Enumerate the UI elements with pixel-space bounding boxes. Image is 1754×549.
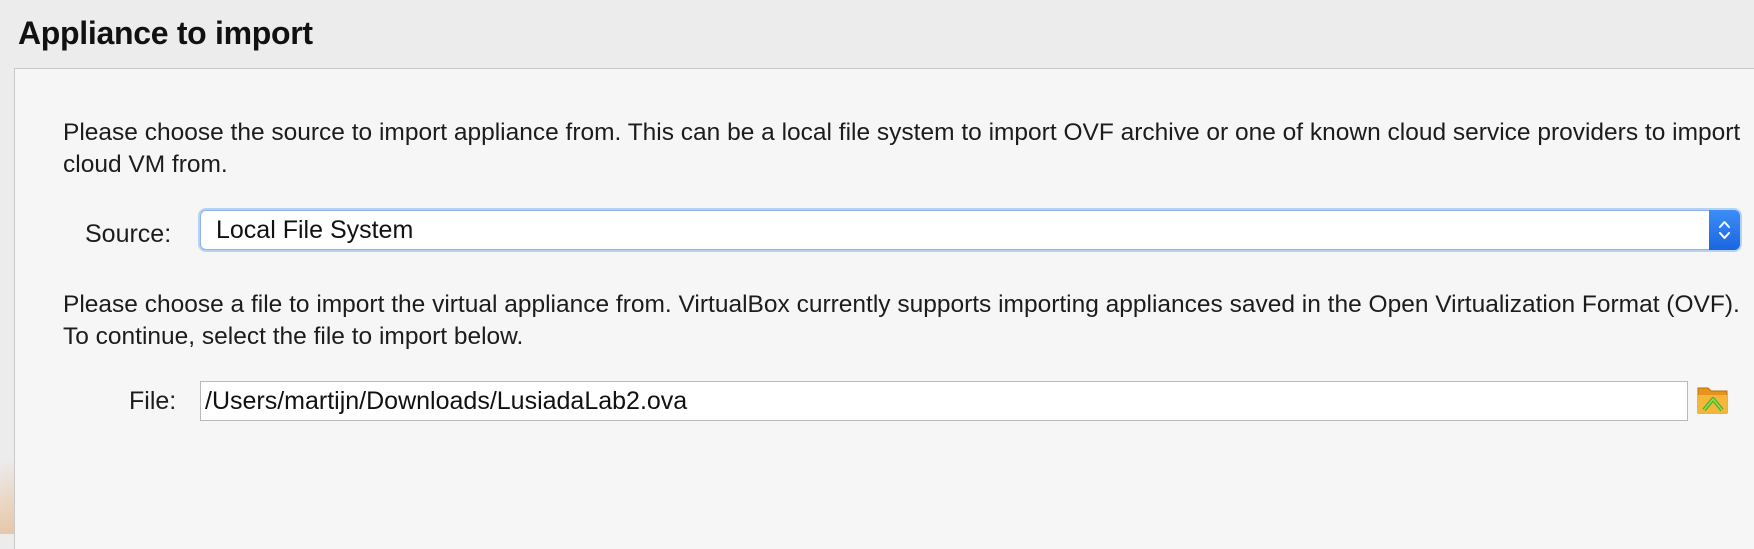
source-selected-value: Local File System — [216, 216, 414, 244]
source-select[interactable]: Local File System — [200, 210, 1740, 250]
select-stepper-icon[interactable] — [1709, 210, 1740, 250]
browse-file-button[interactable] — [1696, 381, 1730, 417]
file-label: File: — [129, 387, 177, 415]
source-description: Please choose the source to import appli… — [63, 119, 1741, 178]
source-label: Source: — [85, 220, 172, 248]
header: Appliance to import — [0, 0, 1754, 68]
file-description: Please choose a file to import the virtu… — [63, 291, 1740, 350]
file-path-input[interactable] — [200, 381, 1688, 421]
page-title: Appliance to import — [18, 15, 313, 51]
folder-open-icon — [1697, 387, 1728, 414]
import-panel: Please choose the source to import appli… — [14, 68, 1754, 549]
